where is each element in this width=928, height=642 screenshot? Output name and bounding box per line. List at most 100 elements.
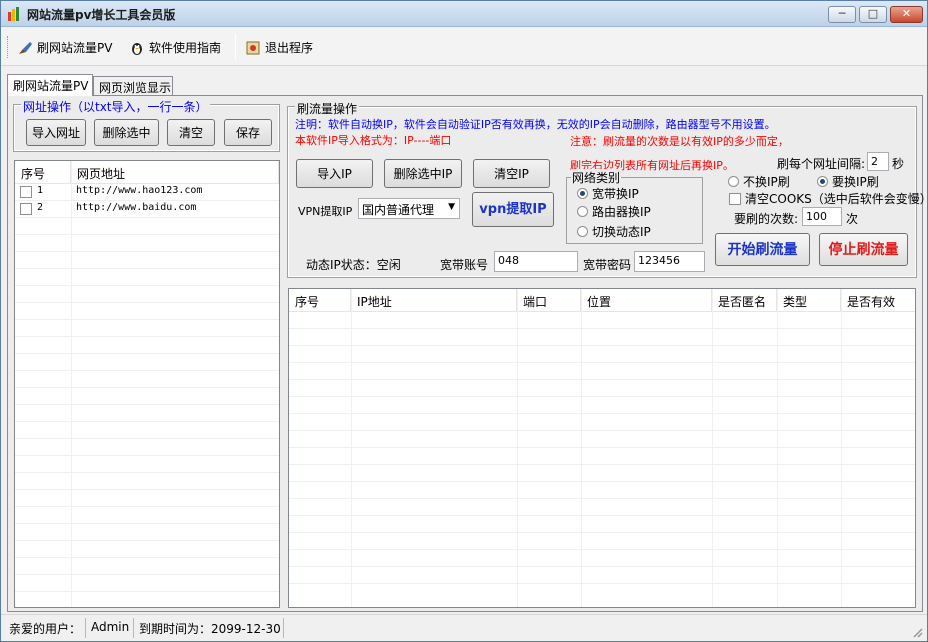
grid-line <box>15 319 279 320</box>
tab-brush-pv[interactable]: 刷网站流量PV <box>7 74 93 96</box>
status-user-label: 亲爱的用户： <box>4 618 86 638</box>
grid-line <box>289 583 915 584</box>
ip-col-port[interactable]: 端口 <box>517 289 581 311</box>
grid-line <box>15 421 279 422</box>
ip-col-no[interactable]: 序号 <box>289 289 351 311</box>
grid-line <box>15 506 279 507</box>
tab-browse[interactable]: 网页浏览显示 <box>93 76 173 96</box>
radio-broadband-dot[interactable] <box>577 188 588 199</box>
note-count-basis: 注意：刷流量的次数是以有效IP的多少而定， <box>570 135 789 148</box>
password-input[interactable]: 123456 <box>634 251 705 272</box>
account-input[interactable]: 048 <box>494 251 578 272</box>
interval-unit: 秒 <box>892 157 905 171</box>
grid-line <box>289 549 915 550</box>
grid-line <box>15 574 279 575</box>
radio-no-change-ip-dot[interactable] <box>728 176 739 187</box>
times-unit: 次 <box>846 212 859 226</box>
delete-selected-url-button[interactable]: 删除选中 <box>94 119 159 146</box>
grid-line <box>289 413 915 414</box>
vpn-extract-button[interactable]: vpn提取IP <box>472 192 554 227</box>
grid-line <box>289 447 915 448</box>
clear-cookies-label: 清空COOKS（选中后软件会变慢） <box>745 192 928 206</box>
clear-cookies-option[interactable]: 清空COOKS（选中后软件会变慢） <box>729 190 928 207</box>
grid-line <box>289 532 915 533</box>
table-row[interactable]: 2 http://www.baidu.com <box>15 201 279 217</box>
radio-no-change-ip[interactable]: 不换IP刷 <box>728 173 790 190</box>
grid-line <box>15 404 279 405</box>
password-label: 宽带密码 <box>583 258 632 272</box>
ip-grid-vline <box>581 289 582 607</box>
clear-url-button[interactable]: 清空 <box>167 119 215 146</box>
url-col-url[interactable]: 网页地址 <box>71 161 279 183</box>
radio-dynamic[interactable]: 切换动态IP <box>577 223 651 240</box>
url-col-no[interactable]: 序号 <box>15 161 71 183</box>
ip-grid-vline <box>777 289 778 607</box>
row-url: http://www.hao123.com <box>76 185 203 196</box>
ip-col-location[interactable]: 位置 <box>581 289 712 311</box>
vpn-select[interactable]: 国内普通代理 ▼ <box>358 198 460 219</box>
delete-selected-ip-button[interactable]: 删除选中IP <box>384 159 462 188</box>
network-type-group: 网络类别 宽带换IP 路由器换IP 切换动态IP <box>566 169 703 244</box>
grid-line <box>15 438 279 439</box>
radio-change-ip-dot[interactable] <box>817 176 828 187</box>
maximize-button[interactable]: □ <box>859 6 887 23</box>
ip-col-ip[interactable]: IP地址 <box>351 289 517 311</box>
grid-line <box>15 591 279 592</box>
close-button[interactable]: ✕ <box>890 6 923 23</box>
clear-cookies-checkbox[interactable] <box>729 193 741 205</box>
status-user: Admin <box>86 618 134 638</box>
radio-dynamic-label: 切换动态IP <box>592 225 651 239</box>
dynamic-ip-status: 动态IP状态：空闲 <box>306 258 401 272</box>
grid-line <box>15 302 279 303</box>
interval-input[interactable]: 2 <box>867 152 889 171</box>
toolbar-exit[interactable]: 退出程序 <box>245 39 313 56</box>
ip-col-valid[interactable]: 是否有效 <box>841 289 915 311</box>
radio-router-dot[interactable] <box>577 206 588 217</box>
radio-no-change-ip-label: 不换IP刷 <box>743 175 790 189</box>
grid-line <box>289 345 915 346</box>
ip-col-type[interactable]: 类型 <box>777 289 841 311</box>
grid-line <box>15 472 279 473</box>
row-checkbox[interactable] <box>20 186 32 198</box>
row-checkbox[interactable] <box>20 203 32 215</box>
account-label: 宽带账号 <box>440 258 489 272</box>
note-ip-format: 本软件IP导入格式为：IP----端口 <box>295 134 452 147</box>
start-button[interactable]: 开始刷流量 <box>715 233 810 266</box>
radio-router[interactable]: 路由器换IP <box>577 203 651 220</box>
import-url-button[interactable]: 导入网址 <box>26 119 86 146</box>
radio-change-ip[interactable]: 要换IP刷 <box>817 173 879 190</box>
resize-grip-icon[interactable] <box>912 627 923 638</box>
ip-table[interactable]: 序号 IP地址 端口 位置 是否匿名 类型 是否有效 <box>288 288 916 608</box>
stop-button[interactable]: 停止刷流量 <box>819 233 908 266</box>
ip-grid-vline <box>517 289 518 607</box>
row-no: 1 <box>37 185 44 196</box>
grid-line <box>15 557 279 558</box>
clear-ip-button[interactable]: 清空IP <box>473 159 550 188</box>
minimize-button[interactable]: ─ <box>828 6 856 23</box>
row-url: http://www.baidu.com <box>76 202 197 213</box>
import-ip-button[interactable]: 导入IP <box>296 159 373 188</box>
radio-broadband[interactable]: 宽带换IP <box>577 185 639 202</box>
grid-line <box>15 251 279 252</box>
toolbar-guide-label: 软件使用指南 <box>149 41 222 55</box>
grid-line <box>289 566 915 567</box>
interval-label: 刷每个网址间隔: <box>777 157 866 171</box>
url-ops-group: 网址操作（以txt导入，一行一条） 导入网址 删除选中 清空 保存 <box>13 98 280 152</box>
vpn-label: VPN提取IP <box>298 205 353 218</box>
save-url-button[interactable]: 保存 <box>224 119 272 146</box>
grid-line <box>15 268 279 269</box>
grid-line <box>15 489 279 490</box>
grid-line <box>289 379 915 380</box>
status-expiry: 到期时间为：2099-12-30 <box>134 618 284 638</box>
times-input[interactable]: 100 <box>802 207 842 226</box>
ip-col-anonymous[interactable]: 是否匿名 <box>712 289 777 311</box>
radio-dynamic-dot[interactable] <box>577 226 588 237</box>
toolbar-grip <box>7 36 10 58</box>
toolbar-brush-pv[interactable]: 刷网站流量PV <box>17 39 112 56</box>
toolbar-guide[interactable]: 软件使用指南 <box>129 39 221 56</box>
grid-line <box>15 336 279 337</box>
url-table[interactable]: 序号 网页地址 1 http://www.hao123.com 2 http:/… <box>14 160 280 608</box>
url-ops-legend: 网址操作（以txt导入，一行一条） <box>21 98 210 115</box>
table-row[interactable]: 1 http://www.hao123.com <box>15 184 279 200</box>
radio-broadband-label: 宽带换IP <box>592 187 639 201</box>
